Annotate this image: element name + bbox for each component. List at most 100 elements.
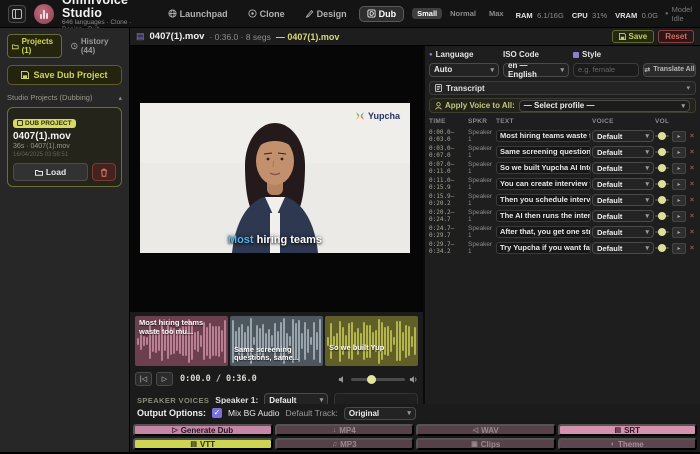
- segment-clear-button[interactable]: ×: [687, 181, 697, 188]
- current-file-link[interactable]: — 0407(1).mov: [276, 32, 340, 42]
- segment-volume-knob[interactable]: [658, 132, 666, 140]
- voice-profile-select[interactable]: — Select profile — ▾: [519, 100, 690, 112]
- collapse-icon[interactable]: ▴: [118, 94, 122, 102]
- project-badge: DUB PROJECT: [13, 119, 76, 128]
- timeline-segment[interactable]: So we built Yup: [325, 316, 418, 366]
- segment-text-input[interactable]: Most hiring teams waste to: [496, 130, 591, 142]
- save-button[interactable]: Save: [612, 30, 655, 43]
- size-small-button[interactable]: Small: [412, 8, 442, 19]
- segment-volume-knob[interactable]: [658, 180, 666, 188]
- play-icon: ▸: [677, 149, 680, 156]
- nav-dub[interactable]: Dub: [359, 6, 405, 22]
- segment-clear-button[interactable]: ×: [687, 165, 697, 172]
- segment-clear-button[interactable]: ×: [687, 133, 697, 140]
- segment-voice-select[interactable]: Default▾: [592, 210, 654, 222]
- segment-volume-slider[interactable]: [655, 183, 671, 185]
- segment-volume-slider[interactable]: [655, 151, 671, 153]
- segment-text-input[interactable]: Then you schedule intervie: [496, 194, 591, 206]
- segment-voice-select[interactable]: Default▾: [592, 130, 654, 142]
- generate-dub-button[interactable]: ▷Generate Dub: [133, 424, 273, 436]
- segment-volume-knob[interactable]: [658, 196, 666, 204]
- segment-preview-button[interactable]: ▸: [672, 195, 686, 206]
- segment-preview-button[interactable]: ▸: [672, 163, 686, 174]
- segment-volume-slider[interactable]: [655, 167, 671, 169]
- mp4-button[interactable]: ↓MP4: [275, 424, 415, 436]
- transcript-row: 0:00.0–0:03.0Speaker 1Most hiring teams …: [429, 128, 696, 144]
- segment-text-input[interactable]: The AI then runs the intervi: [496, 210, 591, 222]
- segment-volume-knob[interactable]: [658, 244, 666, 252]
- transcript-header[interactable]: Transcript ▾: [429, 81, 696, 95]
- mp3-button[interactable]: ♫MP3: [275, 438, 415, 450]
- nav-launchpad[interactable]: Launchpad: [160, 6, 236, 22]
- segment-volume-knob[interactable]: [658, 164, 666, 172]
- segment-voice-select[interactable]: Default▾: [592, 242, 654, 254]
- iso-code-select[interactable]: en — English ▾: [503, 63, 569, 77]
- srt-button[interactable]: ▤SRT: [558, 424, 698, 436]
- volume-high-icon[interactable]: [409, 375, 418, 384]
- segment-volume-knob[interactable]: [658, 228, 666, 236]
- segment-clear-button[interactable]: ×: [687, 245, 697, 252]
- segment-volume-slider[interactable]: [655, 135, 671, 137]
- segment-text-input[interactable]: After that, you get one stru: [496, 226, 591, 238]
- clips-button[interactable]: ▣Clips: [416, 438, 556, 450]
- segment-preview-button[interactable]: ▸: [672, 131, 686, 142]
- segment-preview-button[interactable]: ▸: [672, 243, 686, 254]
- nav-clone[interactable]: Clone: [240, 6, 293, 22]
- nav-design[interactable]: Design: [297, 6, 355, 22]
- mix-bg-audio-checkbox[interactable]: ✓: [212, 408, 222, 418]
- project-card[interactable]: DUB PROJECT 0407(1).mov 36s · 0407(1).mo…: [7, 107, 122, 187]
- segment-text-input[interactable]: So we built Yupcha AI Inter: [496, 162, 591, 174]
- segment-text-input[interactable]: You can create interview te: [496, 178, 591, 190]
- language-select[interactable]: Auto ▾: [429, 63, 499, 77]
- size-normal-button[interactable]: Normal: [445, 8, 481, 19]
- segment-preview-button[interactable]: ▸: [672, 179, 686, 190]
- segment-clear-button[interactable]: ×: [687, 229, 697, 236]
- timeline-segment[interactable]: Most hiring teams waste too mu...: [135, 316, 228, 366]
- volume-slider[interactable]: [351, 378, 405, 381]
- segment-preview-button[interactable]: ▸: [672, 147, 686, 158]
- tab-projects[interactable]: Projects (1): [7, 34, 62, 58]
- segment-volume-slider[interactable]: [655, 231, 671, 233]
- segment-text-input[interactable]: Try Yupcha if you want fast: [496, 242, 591, 254]
- segment-time: 0:07.0–0:11.0: [429, 161, 467, 175]
- size-max-button[interactable]: Max: [484, 8, 509, 19]
- skip-start-button[interactable]: |◁: [135, 372, 152, 386]
- vtt-button[interactable]: ▤VTT: [133, 438, 273, 450]
- theme-button[interactable]: ◐Theme: [558, 438, 698, 450]
- reset-button[interactable]: Reset: [658, 30, 694, 43]
- timeline-segment[interactable]: Same screening questions, same...: [230, 316, 323, 366]
- volume-slider-thumb[interactable]: [367, 375, 376, 384]
- header-right: SmallNormalMax RAM 6.1/16GCPU 31%VRAM 0.…: [412, 5, 692, 23]
- segment-preview-button[interactable]: ▸: [672, 227, 686, 238]
- segment-voice-select[interactable]: Default▾: [592, 178, 654, 190]
- save-dub-project-button[interactable]: Save Dub Project: [7, 65, 122, 85]
- tab-history[interactable]: History (44): [66, 34, 122, 58]
- segment-voice-select[interactable]: Default▾: [592, 146, 654, 158]
- segment-voice-select[interactable]: Default▾: [592, 194, 654, 206]
- segment-volume-slider[interactable]: [655, 247, 671, 249]
- segment-clear-button[interactable]: ×: [687, 149, 697, 156]
- segment-clear-button[interactable]: ×: [687, 197, 697, 204]
- segment-voice-select[interactable]: Default▾: [592, 226, 654, 238]
- segment-speaker: Speaker 1: [468, 193, 495, 207]
- volume-low-icon[interactable]: [338, 375, 347, 384]
- segment-voice-select[interactable]: Default▾: [592, 162, 654, 174]
- segment-volume-slider[interactable]: [655, 215, 671, 217]
- wav-button[interactable]: ◁WAV: [416, 424, 556, 436]
- segment-volume-knob[interactable]: [658, 212, 666, 220]
- segment-volume-slider[interactable]: [655, 199, 671, 201]
- default-track-select[interactable]: Original ▾: [344, 407, 416, 420]
- video-player[interactable]: Yupcha Most hiring teams: [130, 46, 423, 312]
- play-icon: ▸: [677, 229, 680, 236]
- style-input[interactable]: [573, 63, 639, 77]
- segment-volume-knob[interactable]: [658, 148, 666, 156]
- play-icon: ▸: [677, 133, 680, 140]
- sidebar-toggle-button[interactable]: [8, 5, 26, 23]
- delete-project-button[interactable]: [92, 163, 116, 181]
- segment-preview-button[interactable]: ▸: [672, 211, 686, 222]
- translate-all-button[interactable]: ⇄ Translate All: [643, 63, 696, 77]
- segment-text-input[interactable]: Same screening questions,: [496, 146, 591, 158]
- load-project-button[interactable]: Load: [13, 163, 88, 181]
- play-button[interactable]: ▷: [156, 372, 173, 386]
- segment-clear-button[interactable]: ×: [687, 213, 697, 220]
